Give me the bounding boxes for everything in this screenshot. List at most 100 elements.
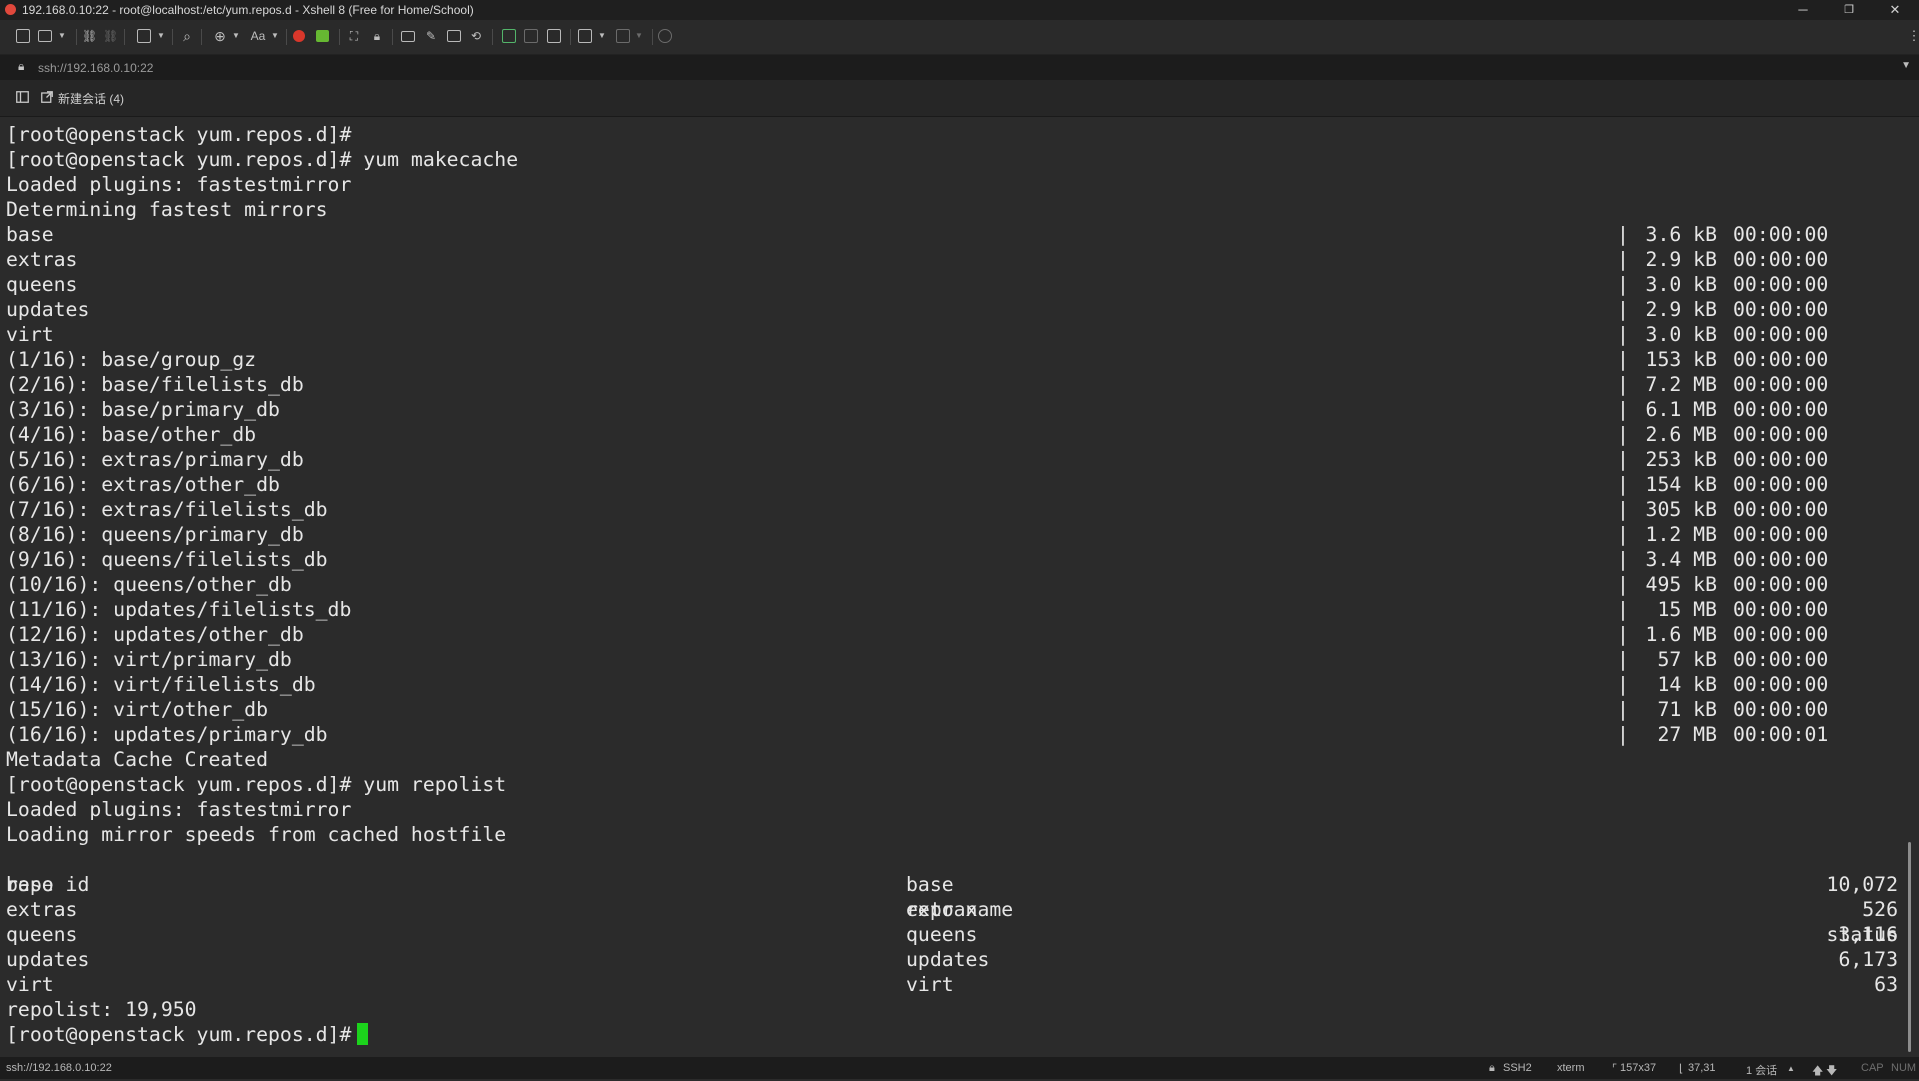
lock-icon[interactable]: 🔒︎ <box>370 29 384 43</box>
download-separator: | <box>1617 698 1629 721</box>
terminal-line: Metadata Cache Created <box>6 748 269 771</box>
status-sessions-dropdown-icon[interactable]: ▲ <box>1787 1064 1795 1073</box>
terminal-prompt-line[interactable]: [root@openstack yum.repos.d]# <box>6 1022 518 1047</box>
terminal-output[interactable]: [root@openstack yum.repos.d]# [root@open… <box>0 117 1902 1057</box>
terminal-line: [root@openstack yum.repos.d]# yum makeca… <box>6 148 519 171</box>
repo-name: base <box>906 873 954 896</box>
download-name: base <box>6 223 54 246</box>
download-name: extras <box>6 248 78 271</box>
maximize-button[interactable]: ❐ <box>1829 0 1869 20</box>
download-time: 00:00:01 <box>1733 723 1829 746</box>
download-row: (16/16): updates/primary_db | 27 MB 00:00:… <box>6 722 1828 747</box>
download-size: 3.6 kB <box>1645 223 1717 246</box>
download-row: (6/16): extras/other_db | 154 kB 00:00:00 <box>6 472 1828 497</box>
title-bar: 192.168.0.10:22 - root@localhost:/etc/yu… <box>0 0 1919 20</box>
download-name: (8/16): queens/primary_db <box>6 523 304 546</box>
status-term-type: xterm <box>1557 1062 1585 1074</box>
download-row: (5/16): extras/primary_db | 253 kB 00:00:00 <box>6 447 1828 472</box>
xmanager-icon[interactable] <box>316 30 329 42</box>
repo-status: 526 <box>1862 898 1898 921</box>
download-time: 00:00:00 <box>1733 673 1829 696</box>
fullscreen-icon[interactable]: ⛶ <box>347 29 361 43</box>
download-separator: | <box>1617 548 1629 571</box>
reconnect-icon[interactable]: ⛓ <box>82 29 97 43</box>
layout-dropdown-icon[interactable]: ▼ <box>632 29 646 43</box>
sessions-icon[interactable] <box>502 29 516 43</box>
find-icon[interactable]: ⌕ <box>180 29 194 43</box>
transfer-icon[interactable]: ⟲ <box>469 29 483 43</box>
download-size: 7.2 MB <box>1645 373 1717 396</box>
open-dropdown-icon[interactable]: ▼ <box>55 29 69 43</box>
download-separator: | <box>1617 523 1629 546</box>
xshell-app-icon <box>5 4 16 15</box>
terminal-line: Determining fastest mirrors <box>6 198 328 221</box>
download-size: 14 kB <box>1645 673 1717 696</box>
download-size: 3.4 MB <box>1645 548 1717 571</box>
new-session-icon[interactable] <box>16 29 30 43</box>
font-dropdown-icon[interactable]: ▼ <box>268 29 282 43</box>
new-window-icon[interactable] <box>137 29 151 43</box>
download-separator: | <box>1617 498 1629 521</box>
compose-icon[interactable] <box>401 31 415 42</box>
new-tab-label[interactable]: 新建会话 (4) <box>58 90 124 107</box>
tunneling-icon[interactable] <box>524 29 538 43</box>
repolist-row: updates updates 6,173 <box>6 947 1898 972</box>
download-time: 00:00:00 <box>1733 323 1829 346</box>
script-icon[interactable] <box>447 30 461 42</box>
quick-command-dropdown-icon[interactable]: ▼ <box>595 29 609 43</box>
window-dropdown-icon[interactable]: ▼ <box>154 29 168 43</box>
download-name: (14/16): virt/filelists_db <box>6 673 316 696</box>
download-time: 00:00:00 <box>1733 573 1829 596</box>
address-text[interactable]: ssh://192.168.0.10:22 <box>38 61 153 75</box>
upload-arrow-icon: 🡅 <box>1812 1065 1824 1077</box>
status-cursor-icon: ⌊ <box>1679 1063 1684 1075</box>
disconnect-icon[interactable]: ⛓ <box>103 29 118 43</box>
status-sessions[interactable]: 1 会话 <box>1746 1062 1777 1078</box>
download-name: queens <box>6 273 78 296</box>
quick-command-icon[interactable] <box>578 29 592 43</box>
download-name: virt <box>6 323 54 346</box>
encoding-dropdown-icon[interactable]: ▼ <box>229 29 243 43</box>
font-icon[interactable]: Aa <box>248 29 268 43</box>
terminal-line: Loaded plugins: fastestmirror <box>6 173 352 196</box>
repolist-table: base base 10,072 extras extrax 526 queens queen… <box>6 872 1898 997</box>
encoding-icon[interactable]: ⊕ <box>213 29 227 43</box>
download-time: 00:00:00 <box>1733 223 1829 246</box>
highlight-icon[interactable]: ✎ <box>424 29 438 43</box>
repo-id: updates <box>6 948 90 971</box>
download-separator: | <box>1617 423 1629 446</box>
download-name: (13/16): virt/primary_db <box>6 648 292 671</box>
download-size: 3.0 kB <box>1645 323 1717 346</box>
status-size: 157x37 <box>1620 1062 1657 1074</box>
layout-icon[interactable] <box>616 29 630 43</box>
scrollbar-thumb[interactable] <box>1908 842 1911 1052</box>
open-folder-icon[interactable] <box>38 30 52 42</box>
new-tab-icon[interactable] <box>41 91 53 103</box>
session-panel-icon[interactable] <box>16 91 29 103</box>
help-icon[interactable] <box>658 29 672 43</box>
log-icon[interactable] <box>547 29 561 43</box>
download-time: 00:00:00 <box>1733 248 1829 271</box>
download-name: (9/16): queens/filelists_db <box>6 548 328 571</box>
download-row: (15/16): virt/other_db | 71 kB 00:00:00 <box>6 697 1828 722</box>
download-separator: | <box>1617 273 1629 296</box>
status-caps-lock: CAP <box>1861 1062 1884 1074</box>
download-time: 00:00:00 <box>1733 623 1829 646</box>
minimize-button[interactable]: ─ <box>1783 0 1823 20</box>
download-time: 00:00:00 <box>1733 448 1829 471</box>
download-size: 154 kB <box>1645 473 1717 496</box>
terminal-line: Loading mirror speeds from cached hostfi… <box>6 823 507 846</box>
terminal-scrollbar[interactable] <box>1902 117 1919 1057</box>
download-size: 15 MB <box>1645 598 1717 621</box>
close-button[interactable]: ✕ <box>1875 0 1915 20</box>
download-size: 253 kB <box>1645 448 1717 471</box>
toolbar-more-icon[interactable]: ⋮ <box>1907 29 1919 43</box>
download-size: 153 kB <box>1645 348 1717 371</box>
xftp-icon[interactable] <box>293 30 305 42</box>
download-separator: | <box>1617 398 1629 421</box>
address-bar[interactable]: 🔒︎ ssh://192.168.0.10:22 ▼ <box>0 55 1919 80</box>
address-dropdown-icon[interactable]: ▼ <box>1901 60 1911 71</box>
download-name: (12/16): updates/other_db <box>6 623 304 646</box>
download-row: (13/16): virt/primary_db | 57 kB 00:00:00 <box>6 647 1828 672</box>
download-name: (15/16): virt/other_db <box>6 698 269 721</box>
